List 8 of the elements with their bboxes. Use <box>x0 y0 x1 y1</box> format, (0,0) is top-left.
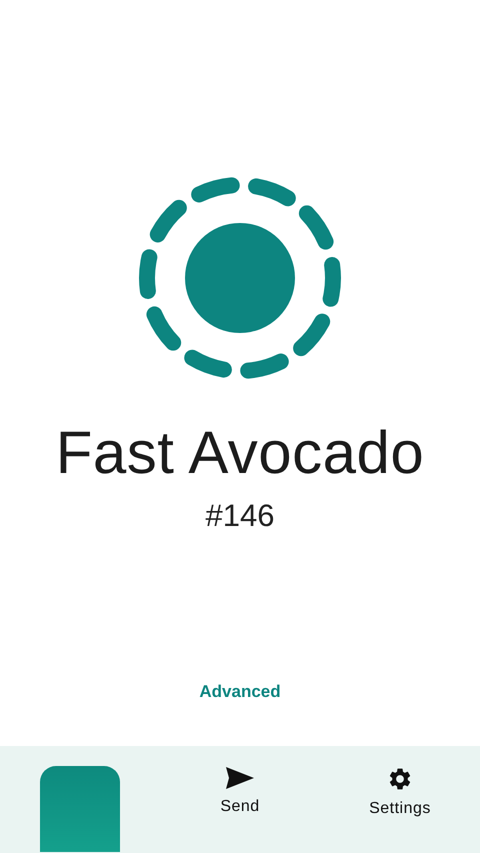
advanced-link[interactable]: Advanced <box>199 682 281 702</box>
app-number: #146 <box>206 498 274 534</box>
nav-item[interactable]: Send <box>160 746 320 853</box>
nav-indicator[interactable] <box>40 766 120 852</box>
send-icon <box>225 766 255 790</box>
nav-item[interactable]: Settings <box>320 746 480 853</box>
app-title: Fast Avocado <box>56 418 424 488</box>
settings-icon <box>387 766 413 792</box>
